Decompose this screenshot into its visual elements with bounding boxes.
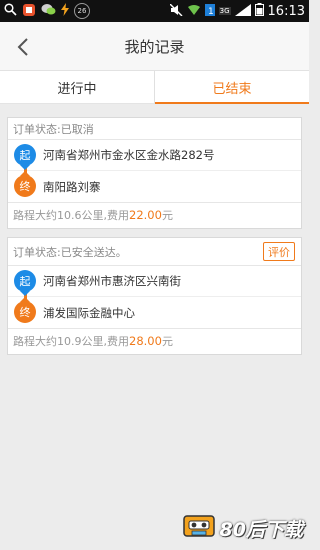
watermark: 80后下载 bbox=[182, 512, 303, 544]
chevron-left-icon bbox=[17, 38, 28, 56]
end-marker-icon: 终 bbox=[14, 297, 36, 323]
signal-icon bbox=[234, 3, 251, 19]
clock: 16:13 bbox=[267, 3, 305, 19]
search-icon bbox=[4, 3, 17, 19]
end-address: 浦发国际金融中心 bbox=[43, 305, 135, 320]
charging-icon bbox=[61, 3, 69, 19]
start-marker-icon: 起 bbox=[14, 270, 36, 296]
status-bar: 26 1 3G 16:13 bbox=[0, 0, 309, 22]
fare-info: 路程大约10.6公里,费用 22.00 元 bbox=[8, 203, 301, 227]
end-address: 南阳路刘寨 bbox=[43, 179, 101, 194]
route-block: 起 终 河南省郑州市惠济区兴南街 浦发国际金融中心 bbox=[8, 266, 301, 329]
tab-label: 已结束 bbox=[212, 82, 252, 97]
app-icon bbox=[22, 3, 36, 20]
notification-count-icon: 26 bbox=[74, 3, 90, 19]
fare-prefix: 路程大约10.9公里,费用 bbox=[13, 335, 129, 348]
rate-button[interactable]: 评价 bbox=[263, 242, 295, 261]
tab-label: 进行中 bbox=[57, 82, 97, 97]
tab-in-progress[interactable]: 进行中 bbox=[0, 71, 155, 104]
cassette-logo-icon bbox=[182, 512, 216, 544]
order-status: 订单状态:已取消 bbox=[8, 118, 301, 140]
start-address: 河南省郑州市金水区金水路282号 bbox=[8, 140, 301, 171]
route-block: 起 终 河南省郑州市金水区金水路282号 南阳路刘寨 bbox=[8, 140, 301, 203]
order-card[interactable]: 订单状态:已取消 起 终 河南省郑州市金水区金水路282号 南阳路刘寨 路程大约… bbox=[7, 117, 302, 229]
app-header: 我的记录 bbox=[0, 22, 309, 70]
start-address: 河南省郑州市惠济区兴南街 bbox=[8, 266, 301, 297]
battery-icon bbox=[254, 3, 264, 19]
tab-bar: 进行中 已结束 bbox=[0, 70, 309, 104]
network-3g-icon: 3G bbox=[218, 7, 231, 15]
tab-finished[interactable]: 已结束 bbox=[155, 71, 309, 104]
order-status-text: 订单状态:已安全送达。 bbox=[13, 245, 127, 259]
start-marker-icon: 起 bbox=[14, 144, 36, 170]
fare-unit: 元 bbox=[161, 335, 173, 348]
svg-text:1: 1 bbox=[208, 7, 214, 16]
mute-icon bbox=[169, 3, 183, 19]
fare-amount: 28.00 bbox=[129, 334, 162, 348]
sim-one-icon: 1 bbox=[204, 3, 215, 19]
fare-prefix: 路程大约10.6公里,费用 bbox=[13, 209, 129, 222]
fare-unit: 元 bbox=[161, 209, 173, 222]
order-status: 订单状态:已安全送达。 评价 bbox=[8, 238, 301, 266]
fare-amount: 22.00 bbox=[129, 208, 162, 222]
watermark-text: 80后下载 bbox=[219, 518, 303, 541]
fare-info: 路程大约10.9公里,费用 28.00 元 bbox=[8, 329, 301, 353]
order-status-text: 订单状态:已取消 bbox=[13, 122, 94, 136]
page-title: 我的记录 bbox=[124, 37, 185, 56]
end-marker-icon: 终 bbox=[14, 171, 36, 197]
order-card[interactable]: 订单状态:已安全送达。 评价 起 终 河南省郑州市惠济区兴南街 浦发国际金融中心… bbox=[7, 237, 302, 355]
back-button[interactable] bbox=[10, 34, 36, 60]
wechat-icon bbox=[41, 3, 56, 19]
wifi-icon bbox=[187, 4, 201, 19]
